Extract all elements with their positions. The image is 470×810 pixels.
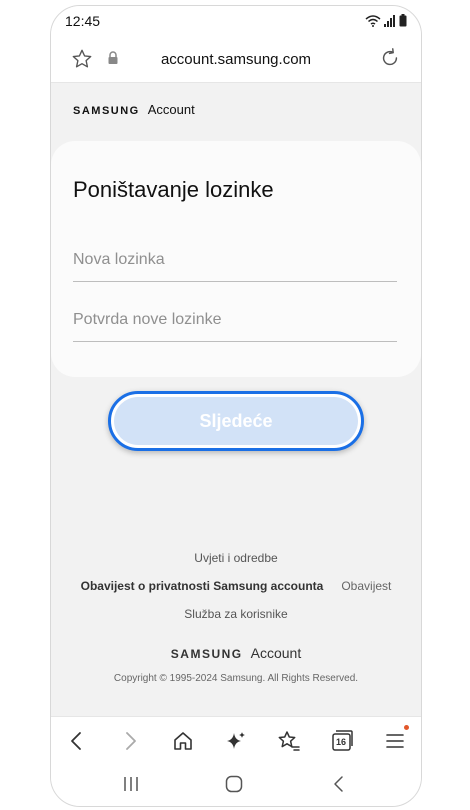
- new-password-input[interactable]: [73, 241, 397, 279]
- confirm-password-field-wrap: [73, 301, 397, 342]
- url-field[interactable]: account.samsung.com: [51, 51, 421, 68]
- footer-brand-product: Account: [250, 645, 302, 661]
- back-icon[interactable]: [65, 729, 89, 753]
- address-bar: account.samsung.com: [51, 36, 421, 83]
- notice-link[interactable]: Obavijest: [341, 579, 391, 593]
- status-time: 12:45: [65, 13, 101, 29]
- brand-header: SAMSUNG Account: [73, 102, 195, 117]
- forward-icon[interactable]: [118, 729, 142, 753]
- status-bar: 12:45: [51, 6, 421, 36]
- home-nav-icon[interactable]: [224, 774, 244, 794]
- reload-icon[interactable]: [379, 47, 401, 69]
- copyright: Copyright © 1995-2024 Samsung. All Right…: [113, 673, 359, 684]
- terms-link[interactable]: Uvjeti i odredbe: [51, 551, 421, 565]
- sparkle-icon[interactable]: [224, 729, 248, 753]
- privacy-notice-link[interactable]: Obavijest o privatnosti Samsung accounta: [81, 579, 324, 593]
- menu-icon: [386, 734, 404, 748]
- next-button-focus-ring: Sljedeće: [108, 391, 364, 451]
- battery-icon: [399, 14, 407, 27]
- status-icons: [365, 14, 407, 27]
- notification-dot: [404, 725, 409, 730]
- brand-product: Account: [147, 102, 195, 117]
- confirm-password-input[interactable]: [73, 301, 397, 339]
- back-nav-icon[interactable]: [329, 774, 349, 794]
- bookmarks-icon[interactable]: [277, 729, 301, 753]
- next-button[interactable]: Sljedeće: [114, 397, 358, 445]
- footer-samsung-logo: SAMSUNG: [170, 647, 243, 661]
- password-reset-card: Poništavanje lozinke: [51, 141, 421, 377]
- support-link[interactable]: Služba za korisnike: [51, 607, 421, 621]
- browser-toolbar: 16: [51, 716, 421, 763]
- menu-button[interactable]: [383, 725, 409, 753]
- samsung-logo: SAMSUNG: [73, 105, 140, 117]
- new-password-field-wrap: [73, 241, 397, 282]
- tab-count: 16: [335, 737, 346, 747]
- footer-privacy-row: Obavijest o privatnosti Samsung accounta…: [51, 579, 421, 593]
- phone-screen: 12:45 account.samsung.com SAMSUNG Accoun…: [50, 5, 422, 807]
- signal-icon: [384, 14, 395, 27]
- system-nav-bar: [51, 762, 421, 806]
- home-icon[interactable]: [171, 729, 195, 753]
- page-title: Poništavanje lozinke: [73, 177, 274, 202]
- tabs-button[interactable]: 16: [330, 729, 354, 753]
- recent-apps-icon[interactable]: [121, 774, 141, 794]
- wifi-icon: [365, 14, 381, 27]
- footer-brand: SAMSUNG Account: [51, 645, 421, 661]
